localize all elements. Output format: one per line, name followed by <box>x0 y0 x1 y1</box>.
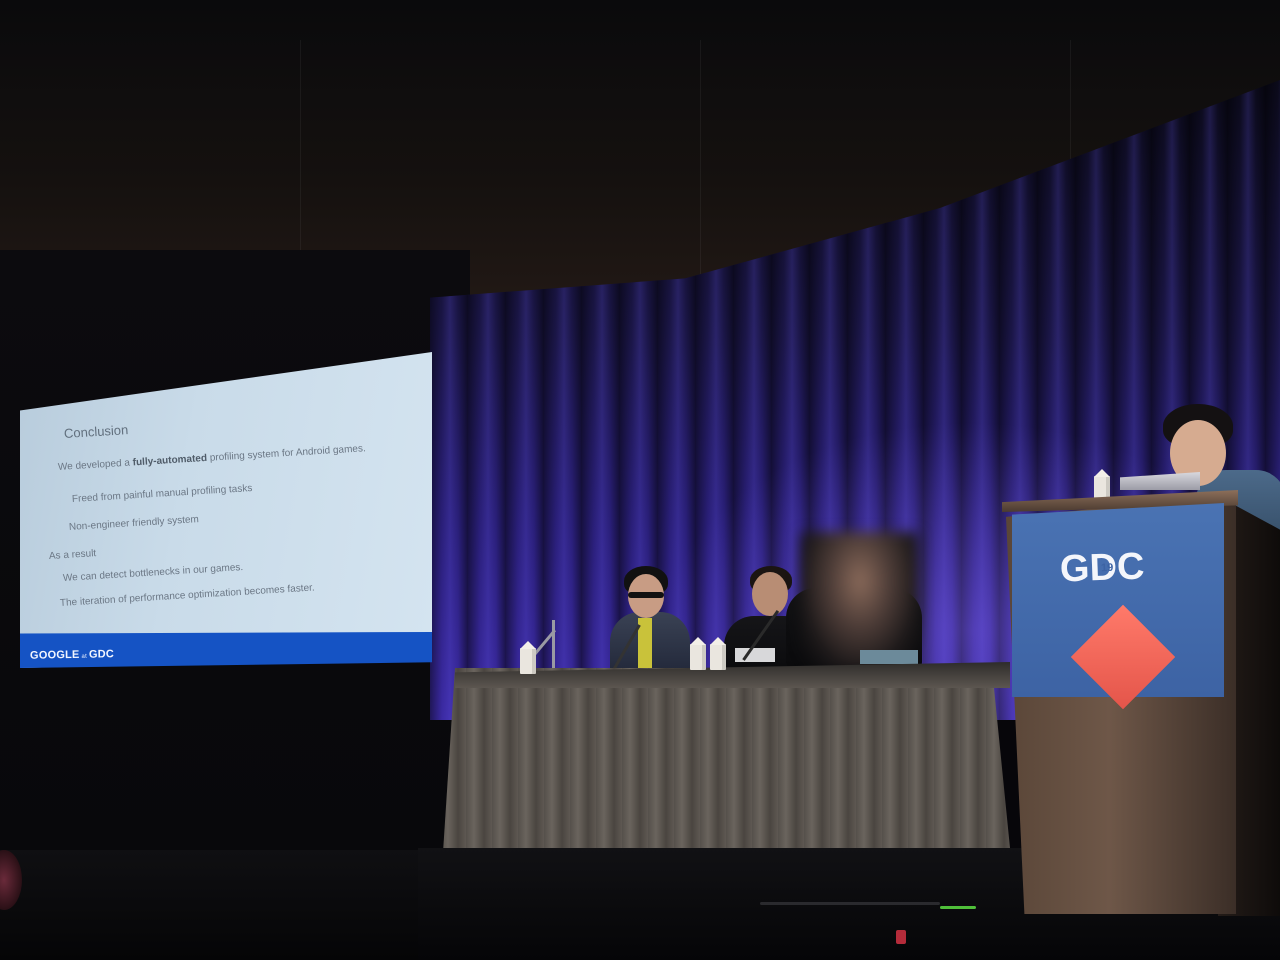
cable-dark <box>760 902 940 905</box>
milk-carton <box>710 644 726 670</box>
conference-stage-photo: Conclusion We developed a fully-automate… <box>0 0 1280 960</box>
cable-red <box>896 930 906 944</box>
slide-footer-brand: GOOGLE at GDC <box>29 648 115 662</box>
milk-carton <box>520 648 536 674</box>
cable-green <box>940 906 976 909</box>
ceiling-panel-line <box>700 40 702 290</box>
mic-stand-left <box>552 620 555 668</box>
milk-carton <box>690 644 706 670</box>
gdc-logo-year: 19 <box>1100 561 1114 575</box>
